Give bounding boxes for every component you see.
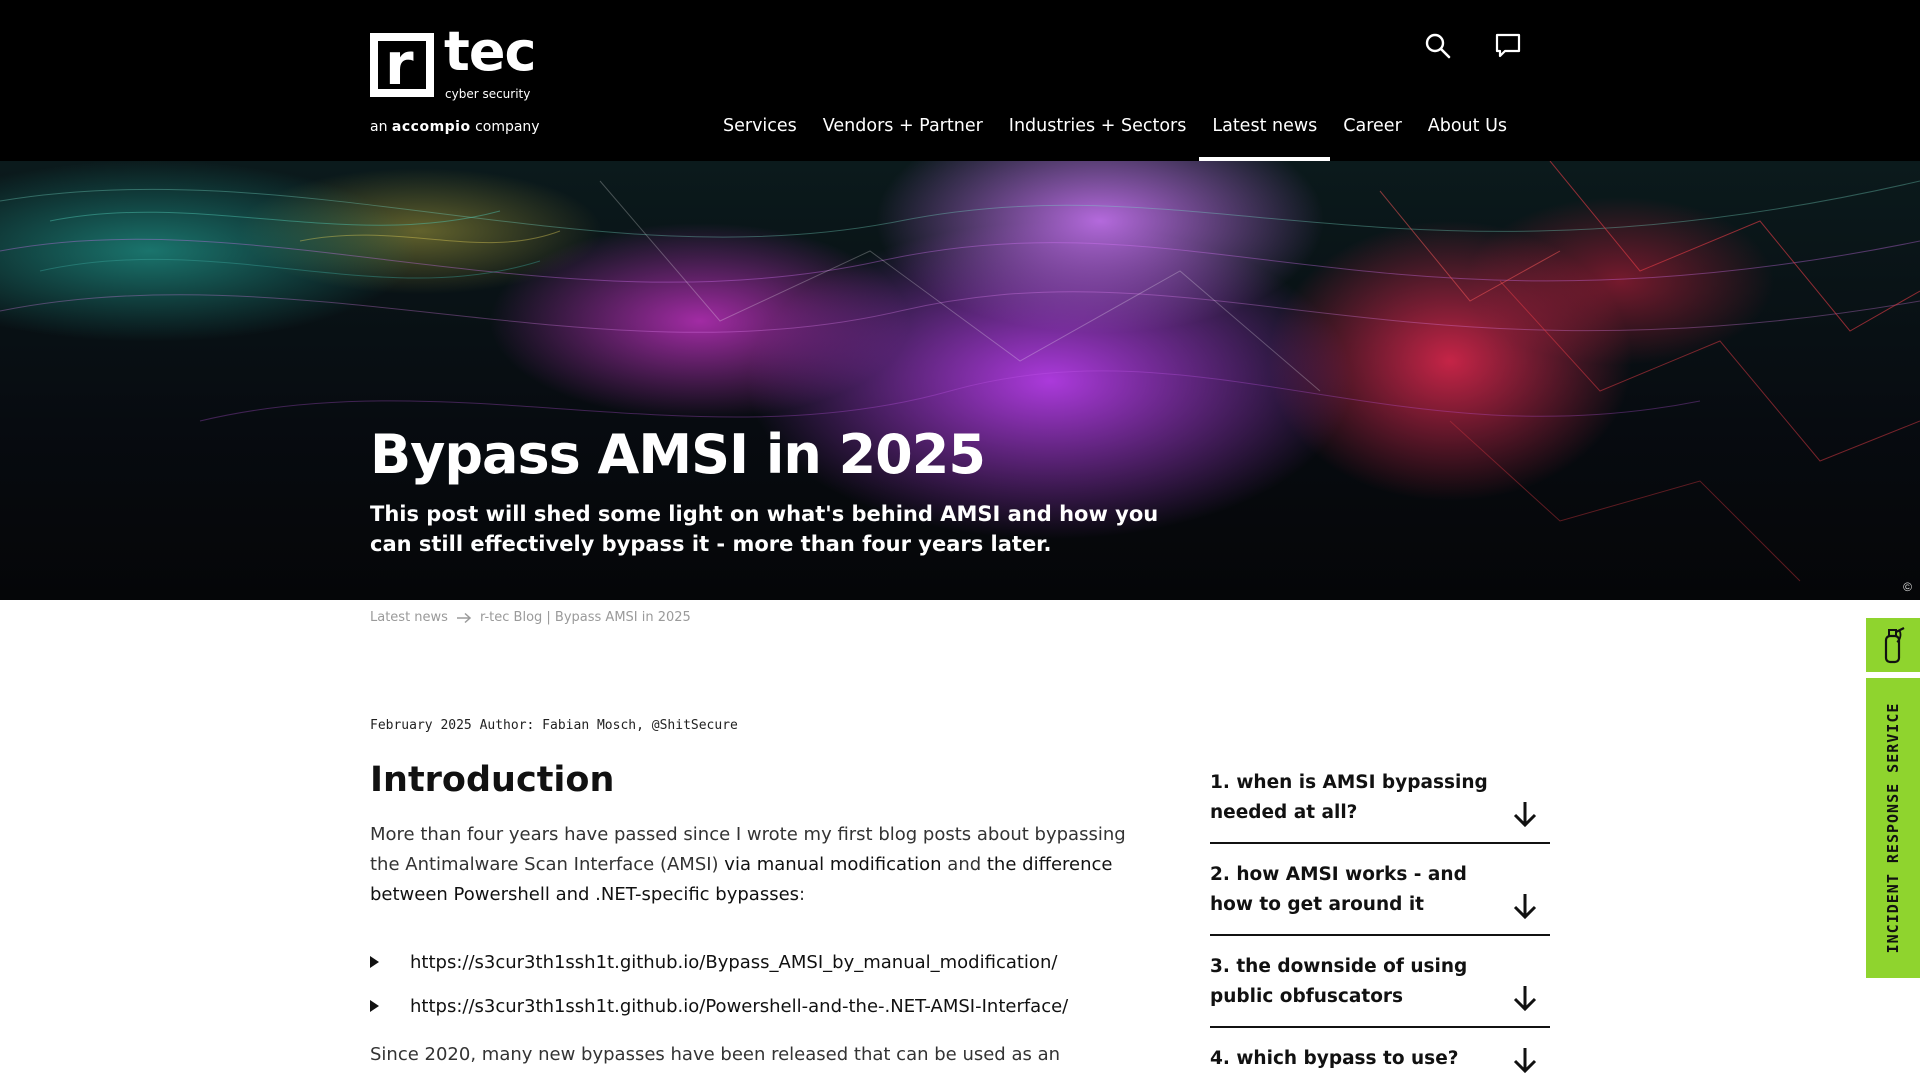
toc-item-3[interactable]: 3. the downside of using public obfuscat… [1210, 952, 1550, 1028]
page-subtitle: This post will shed some light on what's… [370, 502, 1159, 556]
bullet-triangle-icon [370, 1000, 379, 1012]
fire-extinguisher-icon [1884, 627, 1905, 664]
incident-response-label: INCIDENT RESPONSE SERVICE [1884, 702, 1902, 954]
hero-banner: Bypass AMSI in 2025 This post will shed … [0, 161, 1920, 600]
article-paragraph-1: More than four years have passed since I… [370, 824, 1126, 905]
table-of-contents: 1. when is AMSI bypassing needed at all?… [1210, 768, 1550, 1080]
arrow-down-icon [1513, 986, 1537, 1012]
logo-subtitle: cyber security [445, 87, 531, 101]
nav-item-about-us[interactable]: About Us [1415, 112, 1520, 161]
main-nav: Services Vendors + Partner Industries + … [710, 112, 1520, 161]
search-icon[interactable] [1422, 30, 1454, 62]
breadcrumb-latest-news[interactable]: Latest news [370, 610, 448, 625]
site-header: r tec cyber security an accompio company… [0, 0, 1920, 161]
nav-item-career[interactable]: Career [1330, 112, 1414, 161]
nav-item-services[interactable]: Services [710, 112, 810, 161]
nav-item-industries-sectors[interactable]: Industries + Sectors [996, 112, 1200, 161]
incident-response-tab[interactable]: INCIDENT RESPONSE SERVICE [1866, 678, 1920, 978]
breadcrumb-current: r-tec Blog | Bypass AMSI in 2025 [479, 610, 691, 625]
nav-item-latest-news[interactable]: Latest news [1199, 112, 1331, 161]
incident-response-icon-button[interactable] [1866, 618, 1920, 672]
list-item-link-1[interactable]: https://s3cur3th1ssh1t.github.io/Bypass_… [370, 940, 1068, 984]
article-meta: February 2025 Author: Fabian Mosch, @Shi… [370, 718, 738, 733]
toc-item-2[interactable]: 2. how AMSI works - and how to get aroun… [1210, 860, 1550, 936]
logo-name: tec [444, 20, 536, 83]
arrow-right-icon [456, 612, 472, 623]
rtec-logo[interactable]: r tec cyber security an accompio company [370, 25, 540, 139]
chat-icon[interactable] [1492, 30, 1524, 62]
breadcrumb: Latest news r-tec Blog | Bypass AMSI in … [370, 610, 691, 625]
nav-item-vendors-partner[interactable]: Vendors + Partner [810, 112, 996, 161]
arrow-down-icon [1513, 802, 1537, 828]
copyright-symbol[interactable]: © [1903, 580, 1912, 594]
list-item-link-2[interactable]: https://s3cur3th1ssh1t.github.io/Powersh… [370, 984, 1068, 1028]
arrow-down-icon [1513, 894, 1537, 920]
arrow-down-icon [1513, 1048, 1537, 1074]
logo-mark: r [370, 33, 434, 97]
logo-tagline: an accompio company [370, 119, 540, 135]
link-list: https://s3cur3th1ssh1t.github.io/Bypass_… [370, 940, 1068, 1028]
toc-item-1[interactable]: 1. when is AMSI bypassing needed at all? [1210, 768, 1550, 844]
link-manual-modification[interactable]: via manual modification [724, 854, 941, 875]
toc-item-4[interactable]: 4. which bypass to use? [1210, 1044, 1550, 1080]
article-paragraph-2: Since 2020, many new bypasses have been … [370, 1044, 1061, 1065]
section-heading-introduction: Introduction [370, 760, 615, 800]
page-title: Bypass AMSI in 2025 [370, 423, 986, 486]
bullet-triangle-icon [370, 956, 379, 968]
